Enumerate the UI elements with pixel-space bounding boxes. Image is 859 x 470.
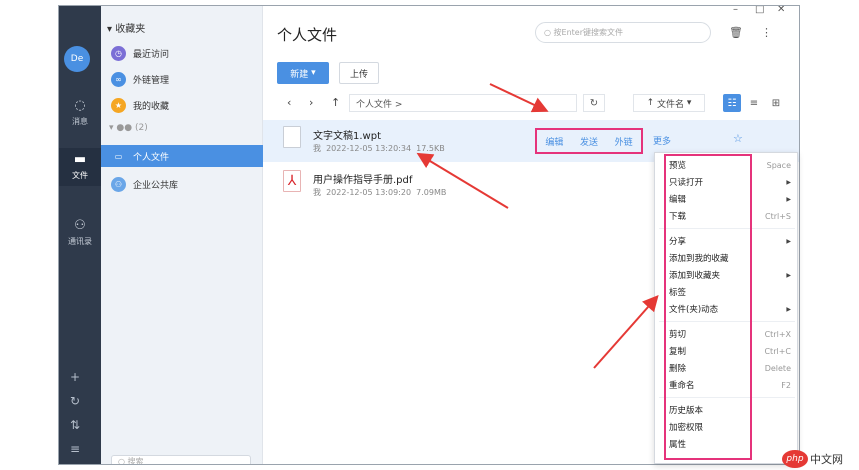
plus-icon[interactable]: + <box>59 370 91 384</box>
back-icon[interactable]: ‹ <box>287 96 291 109</box>
transfer-icon[interactable]: ⇅ <box>59 418 91 432</box>
sort-dropdown[interactable]: ↑ 文件名 ▾ <box>633 94 705 112</box>
tree-group-header[interactable]: ▾ ●● (2) <box>109 123 148 133</box>
search-icon: ○ <box>544 28 554 37</box>
document-icon <box>283 126 301 148</box>
nav-rail: De ◌ 消息 ▬ 文件 ⚇ 通讯录 + ↻ ⇅ ≡ <box>59 6 101 464</box>
view-list-button[interactable]: ≡ <box>745 94 763 112</box>
folder-icon: ▬ <box>73 152 87 167</box>
minimize-icon[interactable]: – <box>733 6 738 15</box>
more-vertical-icon[interactable]: ⋮ <box>761 26 772 39</box>
tree-item-recent[interactable]: ◷ 最近访问 <box>101 42 263 64</box>
folder-icon: ▭ <box>114 151 123 161</box>
tree-item-public-library[interactable]: ⚇ 企业公共库 <box>101 173 263 195</box>
rail-item-messages[interactable]: ◌ 消息 <box>59 94 101 132</box>
view-grid-button[interactable]: ⊞ <box>767 94 785 112</box>
breadcrumb[interactable]: 个人文件 > <box>349 94 577 112</box>
page-title: 个人文件 <box>277 26 338 44</box>
tree-item-personal[interactable]: ▭ 个人文件 <box>101 145 263 167</box>
menu-icon[interactable]: ≡ <box>59 442 91 456</box>
rail-item-contacts[interactable]: ⚇ 通讯录 <box>59 214 101 252</box>
tree-item-links[interactable]: ∞ 外链管理 <box>101 68 263 90</box>
search-input[interactable]: ○ 按Enter键搜索文件 <box>535 22 711 43</box>
more-link[interactable]: 更多 <box>653 134 671 147</box>
link-icon: ∞ <box>111 71 126 87</box>
upload-button[interactable]: 上传 <box>339 62 379 84</box>
maximize-icon[interactable]: □ <box>755 6 764 15</box>
rail-item-files[interactable]: ▬ 文件 <box>59 148 101 186</box>
star-icon[interactable]: ☆ <box>733 132 743 145</box>
recent-icon: ◷ <box>111 45 126 61</box>
chat-icon: ◌ <box>74 98 86 113</box>
up-icon[interactable]: ↑ <box>331 96 340 109</box>
team-icon: ⚇ <box>111 176 126 192</box>
pdf-icon: ⅄ <box>283 170 301 192</box>
folder-tree: ▾ 收藏夹 ◷ 最近访问 ∞ 外链管理 ★ 我的收藏 ▾ ●● (2) ▭ 个人… <box>101 6 263 464</box>
menu-highlight-box <box>664 154 752 460</box>
tree-item-favorites[interactable]: ★ 我的收藏 <box>101 94 263 116</box>
contacts-icon: ⚇ <box>74 218 86 233</box>
view-detail-button[interactable]: ☷ <box>723 94 741 112</box>
star-icon: ★ <box>111 97 126 113</box>
refresh-button[interactable]: ↻ <box>583 94 605 112</box>
tree-search-input[interactable]: ○ 搜索 <box>111 455 251 464</box>
new-button[interactable]: 新建 ▾ <box>277 62 329 84</box>
row-actions: 编辑 发送 外链 <box>535 128 643 154</box>
forward-icon[interactable]: › <box>309 96 313 109</box>
refresh-icon[interactable]: ↻ <box>59 394 91 408</box>
send-link[interactable]: 发送 <box>580 135 598 148</box>
watermark: php 中文网 <box>782 450 843 468</box>
close-icon[interactable]: ✕ <box>777 6 785 15</box>
external-link[interactable]: 外链 <box>615 135 633 148</box>
favorites-header[interactable]: ▾ 收藏夹 <box>107 20 145 35</box>
avatar[interactable]: De <box>64 46 90 72</box>
trash-icon[interactable]: 🗑 <box>729 26 743 39</box>
edit-link[interactable]: 编辑 <box>545 135 563 148</box>
